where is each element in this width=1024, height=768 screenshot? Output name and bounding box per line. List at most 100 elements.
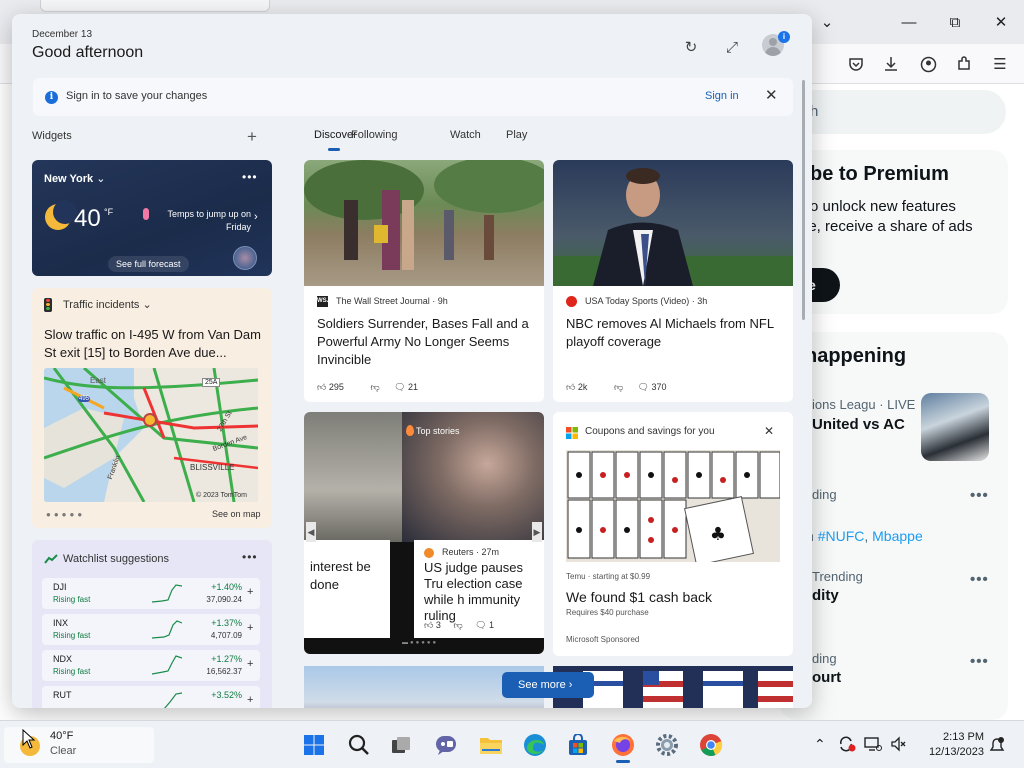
news-headline[interactable]: NBC removes Al Michaels from NFL playoff…: [566, 315, 786, 351]
add-stock-icon[interactable]: +: [247, 586, 253, 598]
expand-icon[interactable]: ⤢: [721, 36, 743, 58]
teams-chat-icon[interactable]: [431, 730, 461, 760]
trend4-more-icon[interactable]: •••: [970, 653, 989, 670]
traffic-title[interactable]: Traffic incidents ⌄: [63, 298, 152, 311]
story-source: Reuters · 27m: [442, 547, 500, 557]
trend3-title[interactable]: dity: [812, 587, 839, 604]
tab-list-chevron-icon[interactable]: ⌄: [814, 10, 840, 34]
comment-icon[interactable]: 🗨︎ 370: [638, 382, 679, 392]
weather-note[interactable]: Temps to jump up on Friday: [156, 208, 251, 234]
menu-hamburger-icon[interactable]: ☰: [990, 54, 1010, 74]
panel-scrollbar[interactable]: [802, 80, 805, 320]
news-image[interactable]: [304, 160, 544, 286]
coupon-close-icon[interactable]: ✕: [764, 424, 774, 438]
firefox-icon[interactable]: [608, 730, 638, 763]
refresh-icon[interactable]: ↻: [680, 36, 702, 58]
add-stock-icon[interactable]: +: [247, 658, 253, 670]
coupon-image[interactable]: ♣: [566, 450, 780, 562]
news-card-wsj[interactable]: WSJ The Wall Street Journal · 9h Soldier…: [304, 160, 544, 402]
watchlist-widget[interactable]: Watchlist suggestions ••• DJI Rising fas…: [32, 540, 272, 708]
dislike-icon[interactable]: 👎︎: [453, 620, 462, 630]
trend3-more-icon[interactable]: •••: [970, 571, 989, 588]
see-more-button[interactable]: See more ›: [502, 672, 594, 698]
story-image-left[interactable]: [304, 412, 402, 542]
like-icon[interactable]: 👍︎ 3: [424, 620, 441, 630]
chrome-icon[interactable]: [696, 730, 726, 760]
tab-following[interactable]: Following: [351, 129, 397, 141]
coupon-card[interactable]: Coupons and savings for you ✕ ♣ Temu · s…: [553, 412, 793, 656]
stock-row-dji[interactable]: DJI Rising fast +1.40% 37,090.24 +: [42, 578, 260, 609]
taskbar-clock[interactable]: 2:13 PM 12/13/2023: [922, 730, 984, 760]
comment-icon[interactable]: 🗨︎ 1: [475, 620, 494, 630]
coupon-headline[interactable]: We found $1 cash back: [566, 589, 712, 605]
signin-link[interactable]: Sign in: [705, 90, 739, 102]
news-card-usatoday[interactable]: USA Today Sports (Video) · 3h NBC remove…: [553, 160, 793, 402]
x-search-input[interactable]: h: [780, 90, 1006, 134]
carousel-next-icon[interactable]: ▶: [532, 522, 542, 542]
traffic-widget[interactable]: Traffic incidents ⌄ Slow traffic on I-49…: [32, 288, 272, 528]
close-window-icon[interactable]: ✕: [988, 10, 1014, 34]
weather-city[interactable]: New York ⌄: [44, 172, 105, 185]
close-banner-icon[interactable]: ✕: [765, 86, 778, 104]
carousel-dots[interactable]: ▬●●●●●: [402, 640, 438, 646]
like-icon[interactable]: 👍︎ 2k: [566, 382, 599, 392]
add-widget-icon[interactable]: +: [247, 127, 257, 147]
story-right-box[interactable]: Reuters · 27m US judge pauses Tru electi…: [414, 540, 544, 638]
trend1-title[interactable]: United vs AC: [812, 416, 905, 433]
add-stock-icon[interactable]: +: [247, 622, 253, 634]
weather-menu-icon[interactable]: •••: [242, 170, 258, 184]
news-source[interactable]: USA Today Sports (Video) · 3h: [585, 296, 707, 306]
network-monitor-icon[interactable]: [864, 736, 882, 755]
trend4-title[interactable]: ourt: [812, 669, 841, 686]
extensions-icon[interactable]: [954, 54, 974, 74]
tab-play[interactable]: Play: [506, 129, 527, 141]
see-on-map-link[interactable]: See on map: [212, 509, 261, 519]
file-explorer-icon[interactable]: [476, 730, 506, 760]
mbappe-link[interactable]: Mbappe: [872, 528, 923, 544]
trend1-photo[interactable]: [921, 393, 989, 461]
story-left-box[interactable]: interest be done: [304, 540, 390, 638]
watchlist-menu-icon[interactable]: •••: [242, 550, 258, 564]
task-view-icon[interactable]: [386, 730, 416, 760]
maximize-icon[interactable]: ⧉: [942, 10, 968, 34]
stock-row-rut[interactable]: RUT +3.52% +: [42, 686, 260, 708]
news-source[interactable]: The Wall Street Journal · 9h: [336, 296, 448, 306]
download-icon[interactable]: [881, 54, 901, 74]
top-stories-card[interactable]: Top stories interest be done Reuters · 2…: [304, 412, 544, 654]
tray-chevron-up-icon[interactable]: ⌃: [814, 736, 826, 753]
coupon-title: Coupons and savings for you: [585, 426, 715, 437]
tab-watch[interactable]: Watch: [450, 129, 481, 141]
traffic-map[interactable]: East 25A 495 Blissville Borden Ave Frank…: [44, 368, 258, 502]
news-headline[interactable]: Soldiers Surrender, Bases Fall and a Pow…: [317, 315, 537, 369]
edge-browser-icon[interactable]: [520, 730, 550, 760]
microsoft-store-icon[interactable]: [563, 730, 593, 760]
like-icon[interactable]: 👍︎ 295: [317, 382, 356, 392]
account-icon[interactable]: [918, 54, 938, 74]
stock-row-inx[interactable]: INX Rising fast +1.37% 4,707.09 +: [42, 614, 260, 645]
stock-row-ndx[interactable]: NDX Rising fast +1.27% 16,562.37 +: [42, 650, 260, 681]
news-image[interactable]: [553, 160, 793, 286]
pager-dots[interactable]: ●●●●●: [46, 510, 85, 519]
carousel-prev-icon[interactable]: ◀: [306, 522, 316, 542]
minimize-icon[interactable]: —: [896, 10, 922, 34]
panel-date: December 13: [32, 29, 93, 40]
trend2-more-icon[interactable]: •••: [970, 487, 989, 504]
dislike-icon[interactable]: 👎︎: [614, 382, 623, 392]
see-full-forecast-button[interactable]: See full forecast: [108, 256, 189, 272]
dislike-icon[interactable]: 👎︎: [370, 382, 379, 392]
radar-map-icon[interactable]: [233, 246, 257, 270]
add-stock-icon[interactable]: +: [247, 694, 253, 706]
volume-muted-icon[interactable]: [890, 736, 906, 755]
comment-icon[interactable]: 🗨︎ 21: [394, 382, 430, 392]
search-icon[interactable]: [344, 730, 374, 760]
traffic-headline[interactable]: Slow traffic on I-495 W from Van Dam St …: [44, 326, 264, 362]
chevron-right-icon[interactable]: ›: [254, 211, 258, 223]
notification-icon[interactable]: [988, 736, 1006, 757]
sync-alert-icon[interactable]: [838, 736, 856, 755]
browser-tab[interactable]: [40, 0, 270, 12]
weather-widget[interactable]: New York ⌄ ••• 40 °F Temps to jump up on…: [32, 160, 272, 276]
settings-gear-icon[interactable]: [652, 730, 682, 760]
pocket-icon[interactable]: [846, 54, 866, 74]
hashtag-nufc-link[interactable]: #NUFC: [818, 528, 865, 544]
start-button[interactable]: [299, 730, 329, 760]
